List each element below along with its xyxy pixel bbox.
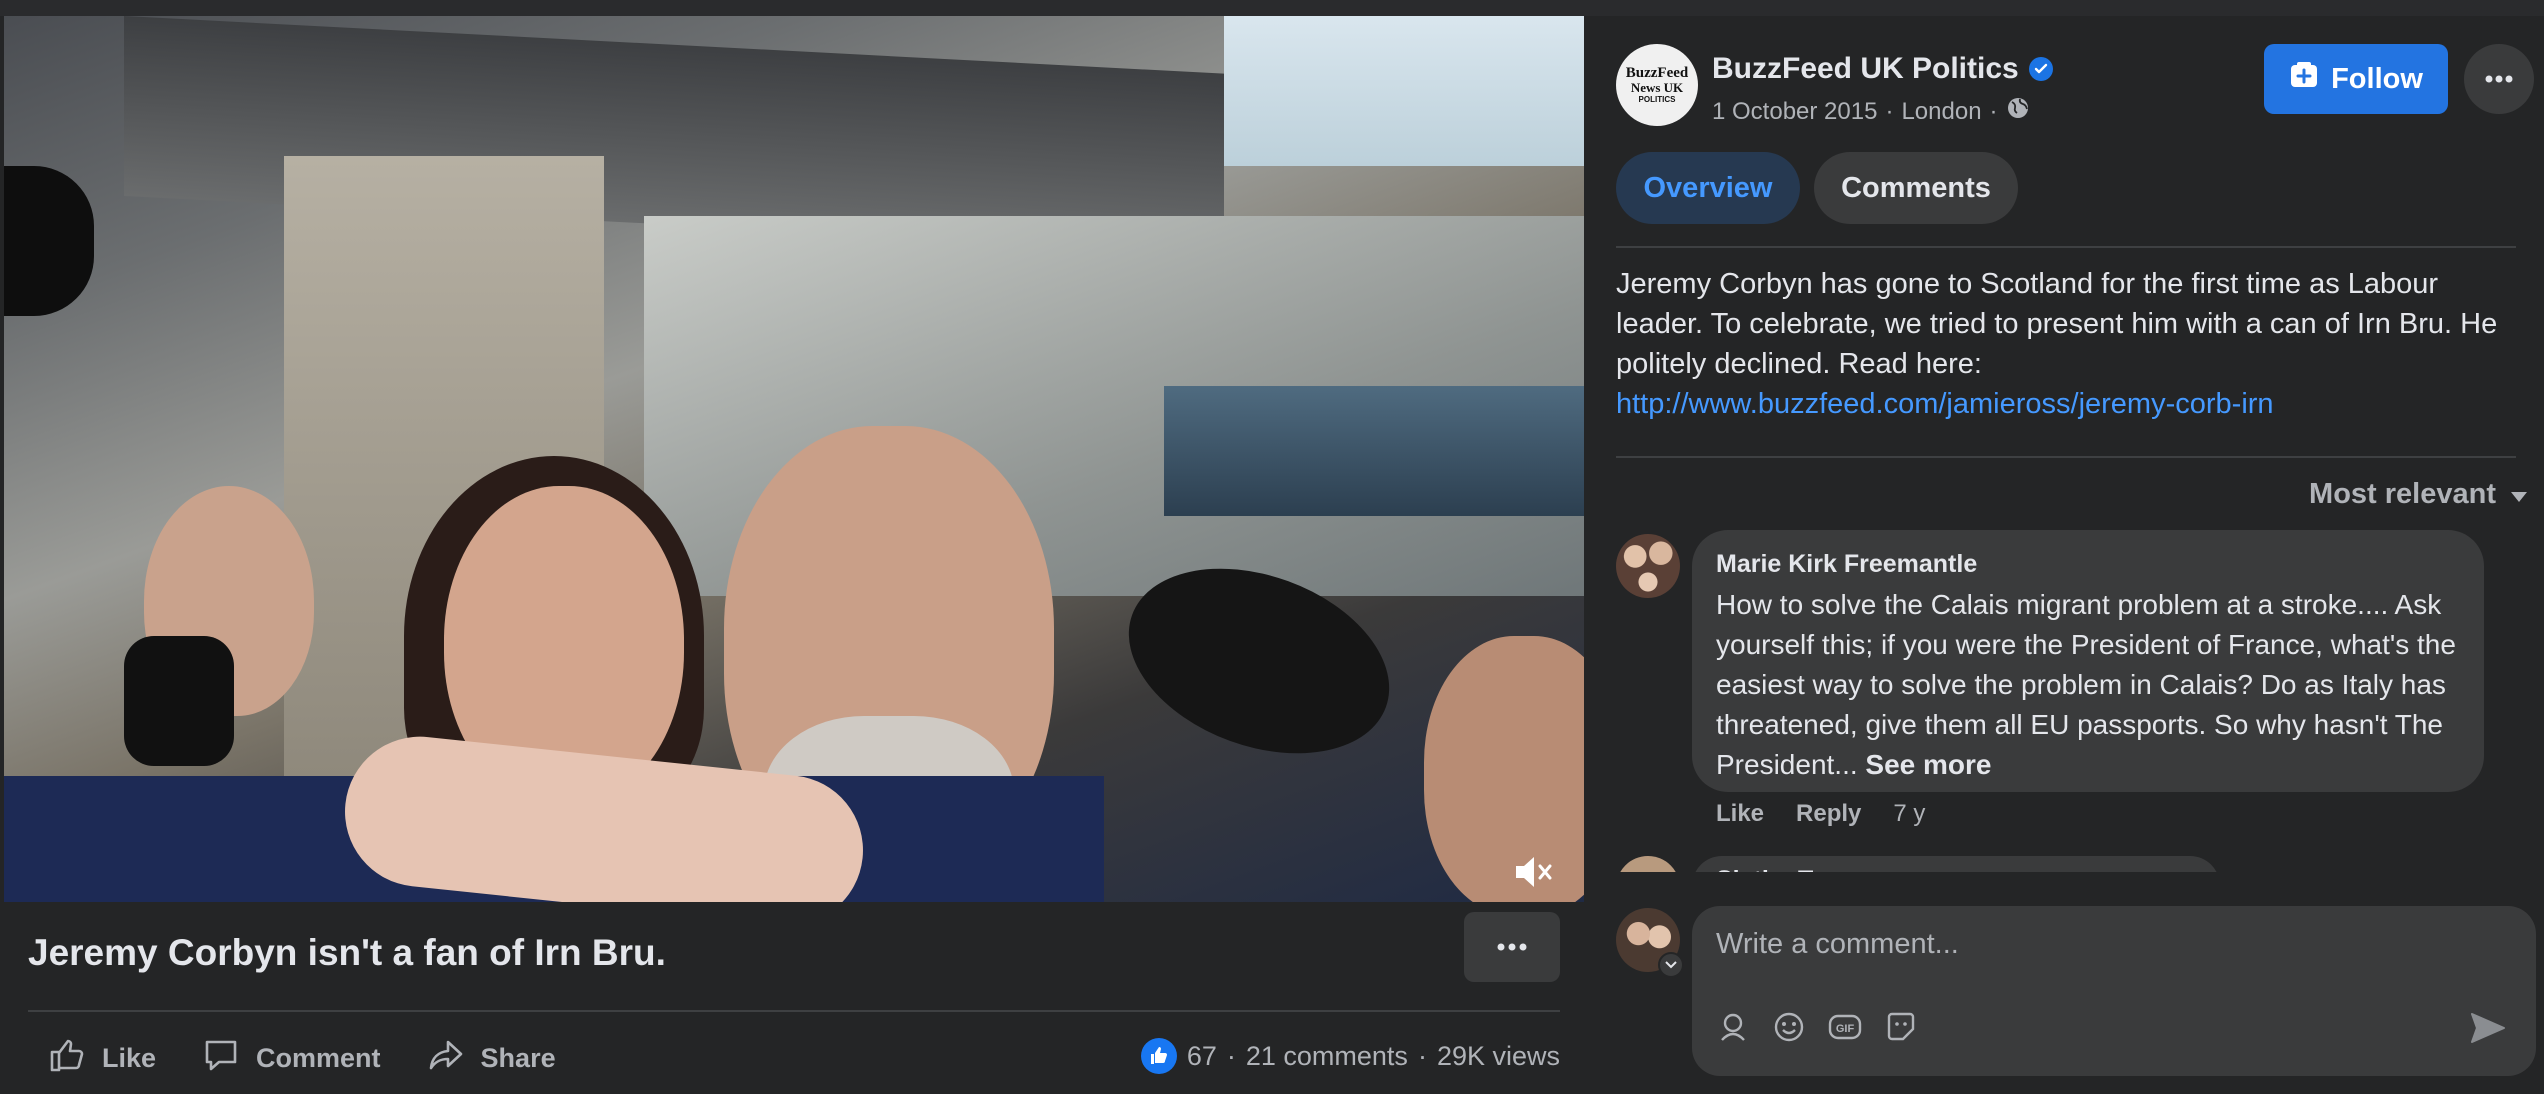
page-more-button[interactable]	[2464, 44, 2534, 114]
gif-icon[interactable]: GIF	[1828, 1010, 1862, 1044]
share-icon	[427, 1036, 465, 1081]
comment-actions: Like Reply 7 y	[1716, 800, 1925, 828]
media-column: Jeremy Corbyn isn't a fan of Irn Bru. Li…	[0, 16, 1584, 1094]
avatar-logo-text: News UK	[1630, 80, 1684, 95]
comment-author[interactable]: Marie Kirk Freemantle	[1716, 550, 2460, 579]
globe-icon	[2006, 96, 2030, 127]
comment-count[interactable]: 21 comments	[1246, 1041, 1408, 1072]
see-more-link[interactable]: See more	[1865, 749, 1991, 780]
top-bar	[0, 0, 2544, 16]
caret-down-icon	[2510, 478, 2528, 511]
post-actions: Like Comment Share	[48, 1036, 556, 1081]
video-frame-camera	[124, 636, 234, 766]
list-item: Slythy Tove	[1616, 842, 2516, 872]
like-reaction-icon[interactable]	[1140, 1038, 1177, 1074]
comment-like-link[interactable]: Like	[1716, 800, 1764, 828]
ellipsis-icon	[1497, 938, 1527, 956]
reaction-count[interactable]: 67	[1187, 1041, 1217, 1072]
separator: ·	[1417, 1040, 1427, 1071]
thumbs-up-icon	[48, 1036, 86, 1081]
page-avatar[interactable]: BuzzFeed News UK POLITICS	[1616, 44, 1698, 126]
separator: ·	[1885, 97, 1894, 125]
divider	[1616, 456, 2516, 458]
avatar[interactable]	[1616, 534, 1680, 598]
post-stats: 67 · 21 comments · 29K views	[1140, 1038, 1560, 1074]
view-count: 29K views	[1436, 1040, 1560, 1071]
comment-body: How to solve the Calais migrant problem …	[1716, 589, 2456, 780]
comment-bubble: Marie Kirk Freemantle How to solve the C…	[1692, 530, 2484, 792]
post-meta: 1 October 2015 · London ·	[1712, 96, 2030, 127]
post-title: Jeremy Corbyn isn't a fan of Irn Bru.	[28, 932, 666, 973]
divider	[28, 1010, 1560, 1012]
comment-label: Comment	[256, 1043, 381, 1073]
video-frame-sky	[1224, 16, 1584, 166]
ellipsis-icon	[2485, 70, 2513, 88]
page-name-text[interactable]: BuzzFeed UK Politics	[1712, 52, 2019, 86]
avatar[interactable]	[1616, 856, 1680, 872]
composer-tools: GIF	[1716, 1010, 1918, 1044]
avatar-logo-text: BuzzFeed	[1625, 65, 1689, 81]
follow-label: Follow	[2331, 62, 2423, 95]
comment-timestamp[interactable]: 7 y	[1893, 800, 1925, 828]
tab-comments[interactable]: Comments	[1814, 152, 2018, 224]
comment-icon	[202, 1036, 240, 1081]
post-date[interactable]: 1 October 2015	[1712, 98, 1877, 126]
sort-label: Most relevant	[2309, 478, 2496, 510]
comment-sort-dropdown[interactable]: Most relevant	[2309, 478, 2528, 511]
share-label: Share	[480, 1043, 556, 1073]
tab-overview[interactable]: Overview	[1616, 152, 1800, 224]
svg-text:GIF: GIF	[1836, 1023, 1855, 1035]
details-column: BuzzFeed News UK POLITICS BuzzFeed UK Po…	[1584, 16, 2544, 1094]
chevron-down-icon[interactable]	[1658, 952, 1684, 978]
follow-plus-icon	[2289, 60, 2319, 98]
video-frame-police-hat	[4, 166, 94, 316]
comment-text: How to solve the Calais migrant problem …	[1716, 585, 2460, 785]
avatar-logo-text: POLITICS	[1638, 95, 1676, 104]
post-more-button[interactable]	[1464, 912, 1560, 982]
volume-muted-icon[interactable]	[1512, 852, 1556, 892]
like-button[interactable]: Like	[48, 1036, 156, 1081]
comment-author[interactable]: Slythy Tove	[1692, 856, 2220, 872]
divider	[1616, 246, 2516, 248]
like-label: Like	[102, 1043, 157, 1073]
follow-button[interactable]: Follow	[2264, 44, 2448, 114]
avatar-sticker-icon[interactable]	[1716, 1010, 1750, 1044]
comment-input[interactable]	[1716, 928, 2496, 961]
description-link[interactable]: http://www.buzzfeed.com/jamieross/jeremy…	[1616, 388, 2274, 420]
description-text: Jeremy Corbyn has gone to Scotland for t…	[1616, 268, 2498, 380]
post-location[interactable]: London	[1901, 98, 1981, 126]
video-frame-window-blue	[1164, 386, 1584, 516]
share-button[interactable]: Share	[427, 1036, 556, 1081]
page-name[interactable]: BuzzFeed UK Politics	[1712, 52, 2053, 86]
sticker-icon[interactable]	[1884, 1010, 1918, 1044]
comment-button[interactable]: Comment	[202, 1036, 381, 1081]
comment-reply-link[interactable]: Reply	[1796, 800, 1861, 828]
comment-composer: GIF	[1692, 906, 2536, 1076]
verified-icon	[2028, 57, 2053, 81]
send-icon[interactable]	[2468, 1008, 2508, 1048]
video-player[interactable]	[4, 16, 1584, 902]
separator: ·	[1226, 1040, 1236, 1071]
emoji-icon[interactable]	[1772, 1010, 1806, 1044]
separator: ·	[1989, 97, 1998, 125]
video-frame-person	[1424, 636, 1584, 902]
post-description: Jeremy Corbyn has gone to Scotland for t…	[1616, 264, 2526, 424]
